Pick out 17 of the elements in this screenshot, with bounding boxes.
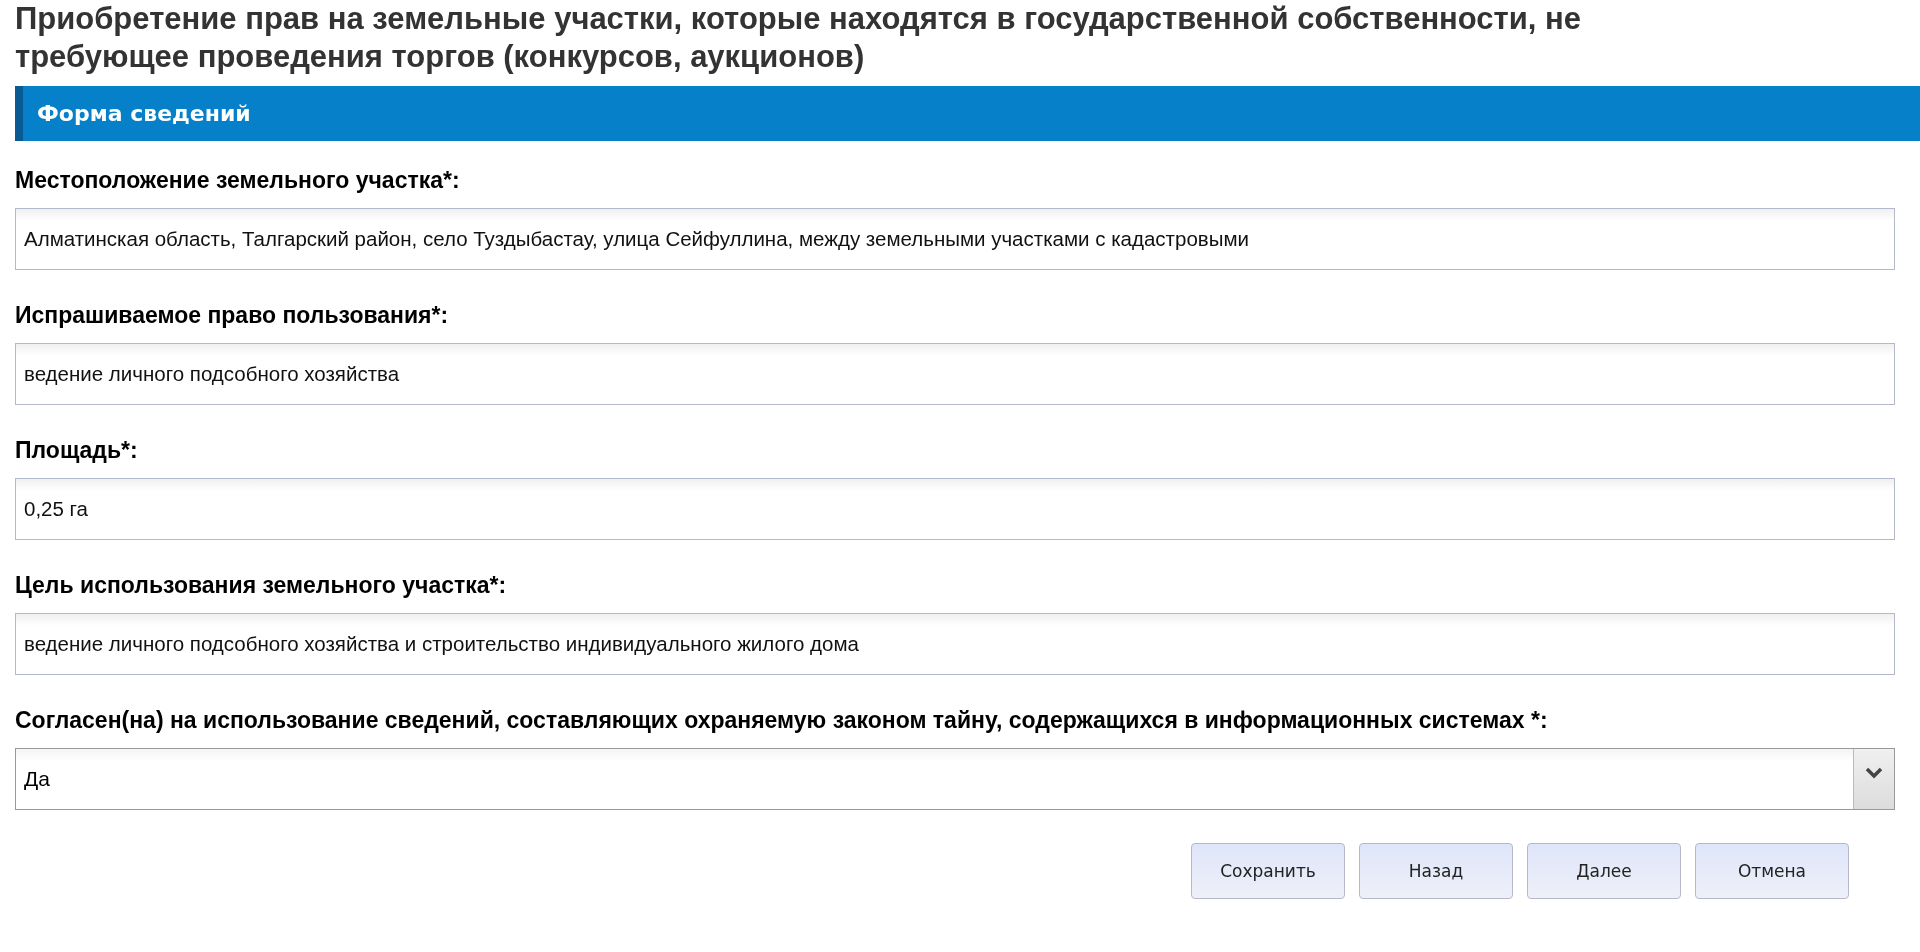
form-button[interactable]: Далее [1527,843,1681,899]
form-button[interactable]: Сохранить [1191,843,1345,899]
section-header: Форма сведений [15,86,1920,141]
input-field[interactable]: ведение личного подсобного хозяйства и строительство индивидуального жилого дома [15,613,1895,675]
input-field[interactable]: ведение личного подсобного хозяйства [15,343,1895,405]
page-title: Приобретение прав на земельные участки, которые находятся в государственной собственности, не требующее проведения торгов (конкурсов, аукционов) [14,0,1583,76]
field-label: Испрашиваемое право пользования*: [15,301,450,330]
field-label: Цель использования земельного участка*: [15,571,508,600]
input-field[interactable]: 0,25 га [15,478,1895,540]
input-field[interactable]: Алматинская область, Талгарский район, село Туздыбастау, улица Сейфуллина, между земельными участками с кадастровыми [15,208,1895,270]
form-button[interactable]: Назад [1359,843,1513,899]
field-label: Площадь*: [15,436,139,465]
dropdown[interactable]: Да [15,748,1895,810]
field-label: Согласен(на) на использование сведений, составляющих охраняемую законом тайну, содержащихся в информационных системах *: [15,706,1549,735]
form-button[interactable]: Отмена [1695,843,1849,899]
caret-icon [1865,767,1883,779]
field-label: Местоположение земельного участка*: [15,166,461,195]
